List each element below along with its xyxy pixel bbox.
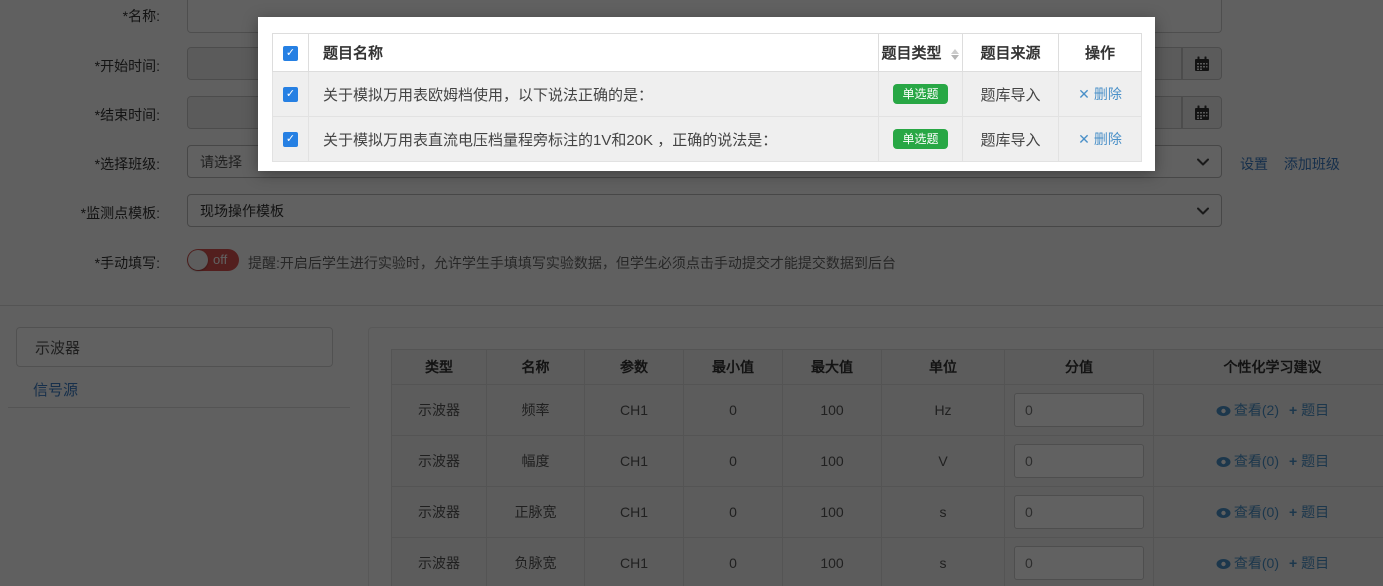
question-name: 关于模拟万用表直流电压档量程旁标注的1V和20K ，正确的说法是： bbox=[309, 117, 879, 162]
sort-icon[interactable] bbox=[950, 48, 960, 61]
delete-question-link[interactable]: ✕删除 bbox=[1078, 86, 1122, 102]
question-table: ✓ 题目名称 题目类型 题目来源 操作 ✓ 关于模拟万用表欧姆档使用，以下说法正… bbox=[272, 33, 1142, 162]
x-icon: ✕ bbox=[1078, 86, 1090, 102]
question-row: ✓ 关于模拟万用表直流电压档量程旁标注的1V和20K ，正确的说法是： 单选题 … bbox=[273, 117, 1142, 162]
col-header-question-source: 题目来源 bbox=[980, 45, 1040, 62]
question-type-badge: 单选题 bbox=[893, 84, 947, 104]
question-name: 关于模拟万用表欧姆档使用，以下说法正确的是： bbox=[309, 72, 879, 117]
delete-question-link[interactable]: ✕删除 bbox=[1078, 131, 1122, 147]
question-type-badge: 单选题 bbox=[893, 129, 947, 149]
x-icon: ✕ bbox=[1078, 131, 1090, 147]
question-select-modal: ✓ 题目名称 题目类型 题目来源 操作 ✓ 关于模拟万用表欧姆档使用，以下说法正… bbox=[258, 17, 1155, 171]
row-checkbox[interactable]: ✓ bbox=[283, 87, 298, 102]
question-source: 题库导入 bbox=[963, 72, 1059, 117]
question-source: 题库导入 bbox=[963, 117, 1059, 162]
col-header-question-type: 题目类型 bbox=[881, 45, 941, 62]
select-all-checkbox[interactable]: ✓ bbox=[283, 46, 298, 61]
question-row: ✓ 关于模拟万用表欧姆档使用，以下说法正确的是： 单选题 题库导入 ✕删除 bbox=[273, 72, 1142, 117]
row-checkbox[interactable]: ✓ bbox=[283, 132, 298, 147]
question-table-header-row: ✓ 题目名称 题目类型 题目来源 操作 bbox=[273, 34, 1142, 72]
col-header-question-name: 题目名称 bbox=[323, 45, 383, 62]
col-header-action: 操作 bbox=[1085, 45, 1115, 62]
